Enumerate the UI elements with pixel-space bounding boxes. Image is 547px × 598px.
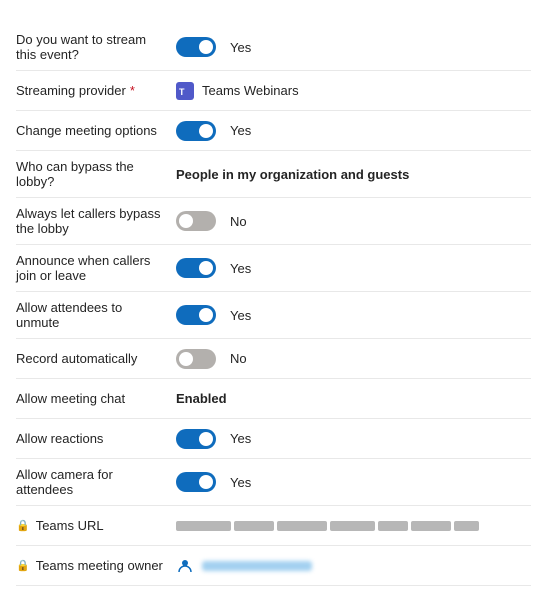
toggle-thumb: [179, 214, 193, 228]
label-text: Allow reactions: [16, 431, 103, 446]
toggle-change-meeting-options[interactable]: [176, 121, 216, 141]
teams-logo-icon: T: [176, 82, 194, 100]
url-segment: [411, 521, 451, 531]
row-always-callers-bypass: Always let callers bypass the lobby No: [16, 198, 531, 245]
lock-icon: 🔒: [16, 519, 30, 532]
row-label-who-bypass-lobby: Who can bypass the lobby?: [16, 159, 176, 189]
row-teams-url: 🔒 Teams URL: [16, 506, 531, 546]
row-allow-camera: Allow camera for attendees Yes: [16, 459, 531, 506]
settings-container: Do you want to stream this event? Yes Stre…: [0, 0, 547, 598]
row-label-stream-event: Do you want to stream this event?: [16, 32, 176, 62]
row-stream-event: Do you want to stream this event? Yes: [16, 24, 531, 71]
label-text: Allow meeting chat: [16, 391, 125, 406]
toggle-allow-camera[interactable]: [176, 472, 216, 492]
row-value-stream-event[interactable]: Yes: [176, 37, 531, 57]
label-text: Teams meeting owner: [36, 558, 163, 573]
row-value-always-callers-bypass[interactable]: No: [176, 211, 531, 231]
label-text: Allow attendees to unmute: [16, 300, 168, 330]
toggle-thumb: [199, 308, 213, 322]
row-value-streaming-provider: T Teams Webinars: [176, 82, 531, 100]
row-announce-callers: Announce when callers join or leave Yes: [16, 245, 531, 292]
row-who-bypass-lobby: Who can bypass the lobby? People in my or…: [16, 151, 531, 198]
svg-text:T: T: [179, 87, 185, 97]
row-record-automatically: Record automatically No: [16, 339, 531, 379]
toggle-announce-callers[interactable]: [176, 258, 216, 278]
toggle-stream-event[interactable]: [176, 37, 216, 57]
label-text: Allow camera for attendees: [16, 467, 168, 497]
toggle-thumb: [199, 40, 213, 54]
row-allow-reactions: Allow reactions Yes: [16, 419, 531, 459]
label-text: Record automatically: [16, 351, 137, 366]
toggle-thumb: [199, 261, 213, 275]
toggle-always-callers-bypass[interactable]: [176, 211, 216, 231]
url-segment: [378, 521, 408, 531]
toggle-thumb: [199, 124, 213, 138]
toggle-thumb: [199, 475, 213, 489]
url-segment: [176, 521, 231, 531]
row-allow-unmute: Allow attendees to unmute Yes: [16, 292, 531, 339]
row-value-allow-camera[interactable]: Yes: [176, 472, 531, 492]
row-label-always-callers-bypass: Always let callers bypass the lobby: [16, 206, 176, 236]
lock-icon: 🔒: [16, 559, 30, 572]
row-label-record-automatically: Record automatically: [16, 351, 176, 366]
url-segment: [330, 521, 375, 531]
row-label-allow-reactions: Allow reactions: [16, 431, 176, 446]
toggle-label: No: [230, 214, 247, 229]
bold-value: Enabled: [176, 391, 227, 406]
row-teams-meeting-owner: 🔒 Teams meeting owner: [16, 546, 531, 586]
row-streaming-provider: Streaming provider * T Teams Webinars: [16, 71, 531, 111]
row-value-allow-reactions[interactable]: Yes: [176, 429, 531, 449]
row-label-streaming-provider: Streaming provider *: [16, 83, 176, 98]
toggle-label: Yes: [230, 431, 251, 446]
row-label-allow-unmute: Allow attendees to unmute: [16, 300, 176, 330]
row-value-teams-url: [176, 521, 531, 531]
url-segment: [234, 521, 274, 531]
required-star: *: [130, 83, 135, 98]
url-segment: [277, 521, 327, 531]
toggle-label: Yes: [230, 123, 251, 138]
label-text: Teams URL: [36, 518, 104, 533]
bold-value: People in my organization and guests: [176, 167, 409, 182]
rows-container: Do you want to stream this event? Yes Stre…: [16, 24, 531, 586]
label-text: Change meeting options: [16, 123, 157, 138]
row-label-change-meeting-options: Change meeting options: [16, 123, 176, 138]
row-value-teams-meeting-owner: [176, 557, 531, 575]
row-value-change-meeting-options[interactable]: Yes: [176, 121, 531, 141]
toggle-record-automatically[interactable]: [176, 349, 216, 369]
toggle-label: Yes: [230, 40, 251, 55]
row-label-teams-meeting-owner: 🔒 Teams meeting owner: [16, 558, 176, 573]
toggle-thumb: [199, 432, 213, 446]
url-blurred-value: [176, 521, 486, 531]
row-value-who-bypass-lobby: People in my organization and guests: [176, 167, 531, 182]
toggle-label: Yes: [230, 308, 251, 323]
row-label-teams-url: 🔒 Teams URL: [16, 518, 176, 533]
owner-blurred-value: [202, 561, 312, 571]
person-icon: [176, 557, 194, 575]
provider-label: Teams Webinars: [202, 83, 299, 98]
toggle-label: Yes: [230, 475, 251, 490]
label-text: Streaming provider: [16, 83, 126, 98]
toggle-thumb: [179, 352, 193, 366]
row-value-allow-meeting-chat: Enabled: [176, 391, 531, 406]
label-text: Who can bypass the lobby?: [16, 159, 168, 189]
url-segment: [454, 521, 479, 531]
row-label-allow-meeting-chat: Allow meeting chat: [16, 391, 176, 406]
toggle-label: No: [230, 351, 247, 366]
label-text: Do you want to stream this event?: [16, 32, 168, 62]
row-value-announce-callers[interactable]: Yes: [176, 258, 531, 278]
row-value-allow-unmute[interactable]: Yes: [176, 305, 531, 325]
row-value-record-automatically[interactable]: No: [176, 349, 531, 369]
label-text: Announce when callers join or leave: [16, 253, 168, 283]
toggle-allow-unmute[interactable]: [176, 305, 216, 325]
label-text: Always let callers bypass the lobby: [16, 206, 168, 236]
row-label-allow-camera: Allow camera for attendees: [16, 467, 176, 497]
toggle-label: Yes: [230, 261, 251, 276]
row-change-meeting-options: Change meeting options Yes: [16, 111, 531, 151]
toggle-allow-reactions[interactable]: [176, 429, 216, 449]
row-label-announce-callers: Announce when callers join or leave: [16, 253, 176, 283]
row-allow-meeting-chat: Allow meeting chat Enabled: [16, 379, 531, 419]
